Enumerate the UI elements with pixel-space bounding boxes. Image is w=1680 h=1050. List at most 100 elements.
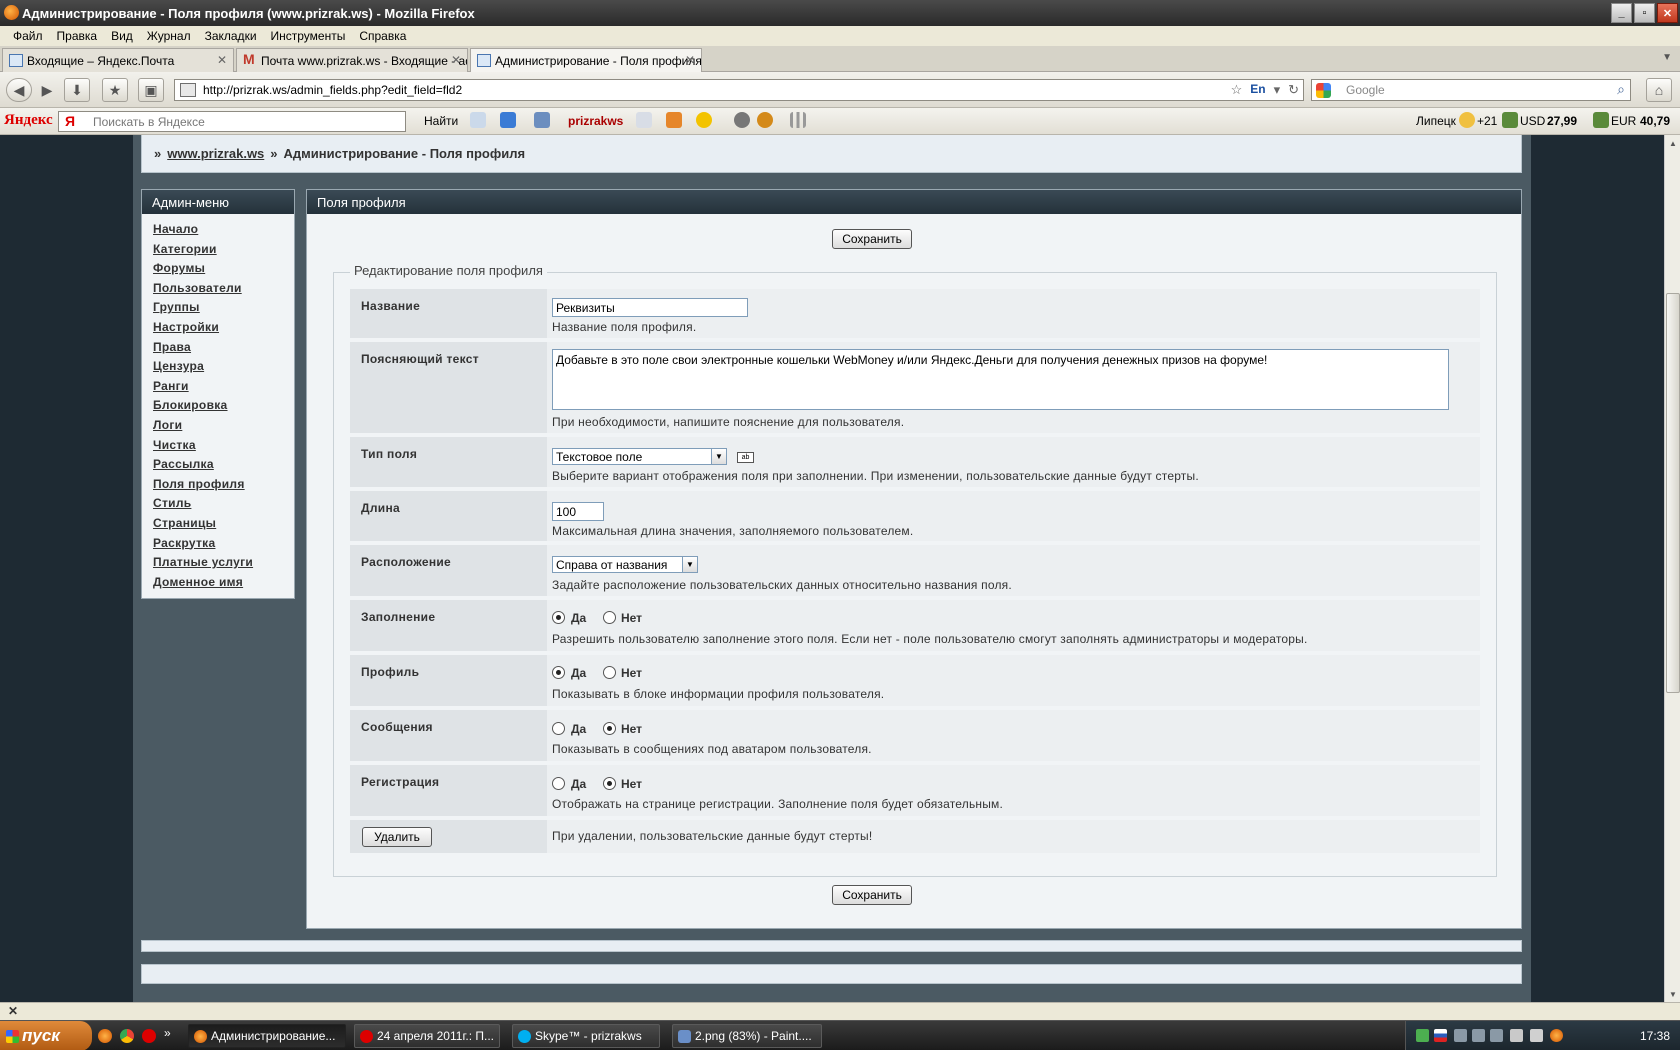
fill-yes-label[interactable]: Да [571,611,586,625]
more-quicklaunch-icon[interactable]: » [164,1026,178,1040]
close-window-button[interactable]: ✕ [1657,3,1678,23]
tray-app-icon-3[interactable] [1490,1029,1503,1042]
profile-yes-radio[interactable] [552,666,565,679]
eur-label[interactable]: EUR [1611,114,1636,128]
scroll-down-icon[interactable]: ▼ [1666,987,1680,1001]
taskbar-item-opera[interactable]: 24 апреля 2011г.: П... [354,1024,500,1048]
tab-close-icon[interactable]: ✕ [451,53,461,67]
search-input[interactable]: Google ⌕ [1311,79,1631,101]
language-flag-icon[interactable] [1434,1029,1447,1042]
menu-tools[interactable]: Инструменты [264,29,353,43]
tray-app-icon-4[interactable] [1530,1029,1543,1042]
sidebar-item-categories[interactable]: Категории [153,242,294,262]
sidebar-item-domain[interactable]: Доменное имя [153,575,294,595]
messages-yes-radio[interactable] [552,722,565,735]
search-icon[interactable]: ⌕ [1617,81,1625,98]
back-button[interactable]: ◀ [6,78,32,102]
tab-yandex-mail[interactable]: Входящие – Яндекс.Почта ✕ [2,48,234,72]
comment-icon[interactable] [470,112,486,128]
print-icon[interactable]: ▣ [138,78,164,102]
delete-button[interactable]: Удалить [362,827,432,847]
chevron-down-icon[interactable]: ▼ [711,449,726,464]
name-input[interactable] [552,298,748,317]
close-findbar-icon[interactable]: ✕ [8,1004,18,1018]
google-icon[interactable] [1316,83,1331,98]
eur-rate[interactable]: 40,79 [1640,114,1670,128]
tray-app-icon-2[interactable] [1472,1029,1485,1042]
profile-no-radio[interactable] [603,666,616,679]
settings-gear-icon[interactable] [734,112,750,128]
taskbar-item-firefox[interactable]: Администрирование... [188,1024,346,1048]
site-identity-icon[interactable] [180,83,196,97]
favorites-star-icon[interactable] [696,112,712,128]
yandex-search-input[interactable]: Я Поискать в Яндексе [58,111,406,132]
menu-view[interactable]: Вид [104,29,140,43]
firefox-quicklaunch-icon[interactable] [98,1029,112,1043]
sidebar-item-groups[interactable]: Группы [153,300,294,320]
sidebar-item-censorship[interactable]: Цензура [153,359,294,379]
fill-no-label[interactable]: Нет [621,611,642,625]
volume-icon[interactable] [1510,1029,1523,1042]
scroll-up-icon[interactable]: ▲ [1666,136,1680,150]
position-select[interactable]: Справа от названия ▼ [552,556,698,573]
weather-city[interactable]: Липецк [1416,114,1456,128]
mail-envelope-icon[interactable] [636,112,652,128]
menu-file[interactable]: Файл [6,29,50,43]
forward-button[interactable]: ▶ [34,78,60,102]
money-icon[interactable] [666,112,682,128]
length-input[interactable] [552,502,604,521]
vertical-scrollbar[interactable]: ▲ ▼ [1664,135,1680,1002]
sidebar-item-permissions[interactable]: Права [153,340,294,360]
messages-no-radio[interactable] [603,722,616,735]
language-indicator[interactable]: En [1250,82,1265,98]
sidebar-item-promotion[interactable]: Раскрутка [153,536,294,556]
scrollbar-thumb[interactable] [1666,293,1680,693]
sidebar-item-style[interactable]: Стиль [153,496,294,516]
translate-icon[interactable] [534,112,550,128]
tab-list-icon[interactable]: ▼ [1662,52,1672,63]
registration-yes-radio[interactable] [552,777,565,790]
tray-app-icon[interactable] [1454,1029,1467,1042]
tab-close-icon[interactable]: ✕ [217,53,227,67]
sidebar-item-forums[interactable]: Форумы [153,261,294,281]
signal-icon[interactable] [790,112,806,128]
messages-yes-label[interactable]: Да [571,722,586,736]
tab-prizrak-mail[interactable]: M Почта www.prizrak.ws - Входящие - admi… [236,48,468,72]
messages-no-label[interactable]: Нет [621,722,642,736]
dropdown-arrow-icon[interactable]: ▾ [1274,82,1281,98]
profile-no-label[interactable]: Нет [621,666,642,680]
bookmark-star-icon[interactable]: ☆ [1231,82,1243,98]
registration-no-radio[interactable] [603,777,616,790]
fill-no-radio[interactable] [603,611,616,624]
tab-close-icon[interactable]: ✕ [685,53,695,67]
chrome-quicklaunch-icon[interactable] [120,1029,134,1043]
sidebar-item-home[interactable]: Начало [153,222,294,242]
type-select[interactable]: Текстовое поле ▼ [552,448,727,465]
taskbar-item-skype[interactable]: Skype™ - prizrakws [512,1024,660,1048]
sidebar-item-users[interactable]: Пользователи [153,281,294,301]
menu-edit[interactable]: Правка [50,29,105,43]
opera-quicklaunch-icon[interactable] [142,1029,156,1043]
sidebar-item-prune[interactable]: Чистка [153,438,294,458]
sidebar-item-profile-fields[interactable]: Поля профиля [153,477,294,497]
tray-firefox-icon[interactable] [1550,1029,1563,1042]
find-button[interactable]: Найти [424,114,458,128]
description-textarea[interactable]: Добавьте в это поле свои электронные кош… [552,349,1449,410]
save-button-top[interactable]: Сохранить [832,229,912,249]
home-button[interactable]: ⌂ [1646,78,1672,102]
sidebar-item-settings[interactable]: Настройки [153,320,294,340]
sidebar-item-bans[interactable]: Блокировка [153,398,294,418]
minimize-button[interactable]: _ [1611,3,1632,23]
address-bar[interactable]: http://prizrak.ws/admin_fields.php?edit_… [174,79,1304,101]
fill-yes-radio[interactable] [552,611,565,624]
account-icon[interactable] [757,112,773,128]
usd-label[interactable]: USD [1520,114,1545,128]
reload-icon[interactable]: ↻ [1288,82,1299,98]
spellcheck-icon[interactable] [500,112,516,128]
tray-network-icon[interactable] [1416,1029,1429,1042]
sidebar-item-logs[interactable]: Логи [153,418,294,438]
menu-help[interactable]: Справка [352,29,413,43]
sidebar-item-pages[interactable]: Страницы [153,516,294,536]
registration-yes-label[interactable]: Да [571,777,586,791]
menu-bookmarks[interactable]: Закладки [198,29,264,43]
